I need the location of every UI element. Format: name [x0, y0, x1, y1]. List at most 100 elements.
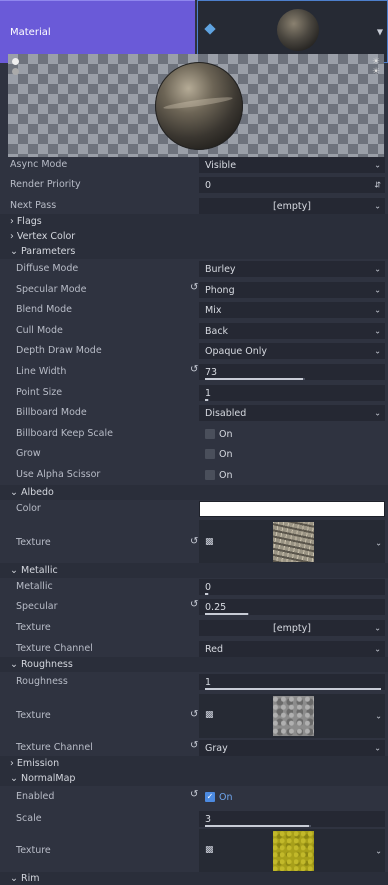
- property-label: Point Size: [16, 387, 63, 398]
- chevron-down-icon: ⌄: [10, 565, 18, 576]
- diffuse-mode-dropdown[interactable]: Burley ⌄: [199, 261, 385, 277]
- chevron-down-icon: ⌄: [374, 346, 381, 356]
- section-label: ⌄ Albedo: [10, 487, 54, 498]
- light-1-toggle-icon[interactable]: [12, 58, 19, 65]
- use-alpha-scissor-checkbox[interactable]: On: [199, 467, 385, 483]
- property-label: Async Mode: [10, 159, 68, 170]
- section-vertex-color[interactable]: › Vertex Color: [0, 229, 388, 244]
- property-label: Texture: [16, 845, 51, 856]
- metallic-texture-channel-dropdown[interactable]: Red ⌄: [199, 641, 385, 657]
- blend-mode-dropdown[interactable]: Mix ⌄: [199, 302, 385, 318]
- property-label: Texture: [16, 622, 51, 633]
- revert-icon[interactable]: ↺: [190, 789, 198, 800]
- point-size-slider[interactable]: 1: [199, 385, 385, 401]
- chevron-down-icon: ⌄: [374, 264, 381, 274]
- spin-arrows-icon[interactable]: ⇵: [374, 181, 381, 190]
- section-albedo[interactable]: ⌄ Albedo: [0, 485, 388, 500]
- section-metallic[interactable]: ⌄ Metallic: [0, 563, 388, 578]
- slider-track[interactable]: [205, 399, 209, 401]
- cube-preview-icon[interactable]: ☀: [372, 67, 380, 77]
- cull-mode-dropdown[interactable]: Back ⌄: [199, 323, 385, 339]
- row-next-pass: Next Pass [empty] ⌄: [0, 198, 388, 214]
- roughness-texture-thumbnail: [273, 696, 314, 736]
- slider-value: 1: [205, 676, 212, 688]
- chevron-down-icon: ⌄: [374, 644, 381, 654]
- roughness-texture-channel-dropdown[interactable]: Gray ⌄: [199, 740, 385, 756]
- chevron-down-icon[interactable]: ⌄: [375, 847, 382, 856]
- slider-track[interactable]: [205, 688, 381, 690]
- row-albedo-texture: Texture ↺ ▩ ⌄: [0, 520, 388, 566]
- section-title: NormalMap: [21, 773, 76, 784]
- property-label: Enabled: [16, 791, 55, 802]
- section-flags[interactable]: › Flags: [0, 214, 388, 229]
- billboard-mode-dropdown[interactable]: Disabled ⌄: [199, 405, 385, 421]
- revert-icon[interactable]: ↺: [190, 282, 198, 293]
- billboard-keep-scale-checkbox[interactable]: On: [199, 426, 385, 442]
- depth-draw-mode-dropdown[interactable]: Opaque Only ⌄: [199, 343, 385, 359]
- section-roughness[interactable]: ⌄ Roughness: [0, 657, 388, 672]
- property-label: Texture Channel: [16, 643, 93, 654]
- dropdown-value: Back: [205, 325, 229, 337]
- property-label: Next Pass: [10, 200, 57, 211]
- metallic-slider[interactable]: 0: [199, 579, 385, 595]
- row-blend-mode: Blend Mode Mix ⌄: [0, 302, 388, 318]
- section-label: ⌄ NormalMap: [10, 773, 75, 784]
- texture-type-icon: ▩: [205, 710, 214, 720]
- section-label: ⌄ Rim: [10, 873, 40, 884]
- albedo-color-picker[interactable]: [199, 501, 385, 517]
- section-label: › Emission: [10, 758, 59, 769]
- revert-icon[interactable]: ↺: [190, 599, 198, 610]
- chevron-down-icon: ⌄: [374, 623, 381, 633]
- row-specular: Specular ↺ 0.25: [0, 599, 388, 615]
- chevron-down-icon: ⌄: [10, 246, 18, 257]
- chevron-down-icon[interactable]: ⌄: [375, 539, 382, 548]
- resource-value: [empty]: [273, 200, 311, 212]
- chevron-down-icon: ⌄: [374, 743, 381, 753]
- property-label: Specular: [16, 601, 58, 612]
- dropdown-value: Phong: [205, 284, 235, 296]
- slider-value: 1: [205, 387, 212, 399]
- section-parameters[interactable]: ⌄ Parameters: [0, 244, 388, 259]
- revert-icon[interactable]: ↺: [190, 364, 198, 375]
- section-title: Parameters: [21, 246, 76, 257]
- revert-icon[interactable]: ↺: [190, 740, 198, 751]
- slider-track[interactable]: [205, 613, 249, 615]
- property-label: Texture Channel: [16, 742, 93, 753]
- section-rim[interactable]: ⌄ Rim: [0, 872, 388, 885]
- light-2-toggle-icon[interactable]: [12, 68, 19, 75]
- async-mode-dropdown[interactable]: Visible ⌄: [199, 157, 385, 173]
- dropdown-value: Red: [205, 643, 224, 655]
- normal-enabled-checkbox[interactable]: ✓ On: [199, 789, 385, 805]
- slider-track[interactable]: [205, 378, 305, 380]
- slider-track[interactable]: [205, 825, 311, 827]
- next-pass-resource[interactable]: [empty] ⌄: [199, 198, 385, 214]
- row-billboard-keep-scale: Billboard Keep Scale On: [0, 426, 388, 442]
- chevron-down-icon[interactable]: ▼: [377, 27, 383, 36]
- property-label: Texture: [16, 537, 51, 548]
- row-grow: Grow On: [0, 446, 388, 462]
- property-label: Diffuse Mode: [16, 263, 79, 274]
- property-label: Scale: [16, 813, 42, 824]
- section-normalmap[interactable]: ⌄ NormalMap: [0, 771, 388, 786]
- row-metallic-texture-channel: Texture Channel Red ⌄: [0, 641, 388, 657]
- section-label: ⌄ Parameters: [10, 246, 75, 257]
- metallic-texture-resource[interactable]: [empty] ⌄: [199, 620, 385, 636]
- chevron-right-icon: ›: [10, 216, 14, 227]
- revert-icon[interactable]: ↺: [190, 709, 198, 720]
- property-label: Cull Mode: [16, 325, 63, 336]
- render-priority-spinbox[interactable]: 0 ⇵: [199, 177, 385, 193]
- section-label: › Flags: [10, 216, 42, 227]
- specular-mode-dropdown[interactable]: Phong ⌄: [199, 282, 385, 298]
- property-label: Roughness: [16, 676, 68, 687]
- resource-value: [empty]: [273, 622, 311, 634]
- material-thumbnail: [277, 9, 320, 51]
- grow-checkbox[interactable]: On: [199, 446, 385, 462]
- texture-type-icon: ▩: [205, 537, 214, 547]
- checkbox-checked-icon: ✓: [205, 792, 215, 802]
- checkbox-label: On: [219, 428, 233, 440]
- revert-icon[interactable]: ↺: [190, 536, 198, 547]
- sphere-preview-icon[interactable]: ☀: [372, 57, 380, 67]
- chevron-down-icon[interactable]: ⌄: [375, 712, 382, 721]
- section-emission[interactable]: › Emission: [0, 756, 388, 771]
- slider-track[interactable]: [205, 593, 209, 595]
